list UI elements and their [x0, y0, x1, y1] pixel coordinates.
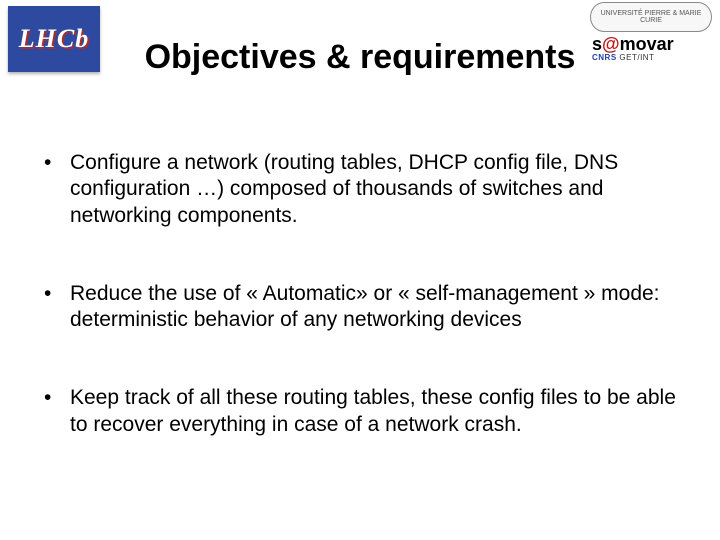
list-item: Reduce the use of « Automatic» or « self… [36, 281, 684, 334]
slide-title: Objectives & requirements [0, 38, 720, 77]
list-item: Keep track of all these routing tables, … [36, 385, 684, 438]
university-logo-text: UNIVERSITÉ PIERRE & MARIE CURIE [591, 10, 711, 24]
slide: LHCb UNIVERSITÉ PIERRE & MARIE CURIE s@m… [0, 0, 720, 540]
university-logo: UNIVERSITÉ PIERRE & MARIE CURIE [590, 2, 712, 32]
list-item: Configure a network (routing tables, DHC… [36, 150, 684, 229]
slide-content: Configure a network (routing tables, DHC… [36, 150, 684, 490]
bullet-list: Configure a network (routing tables, DHC… [36, 150, 684, 438]
